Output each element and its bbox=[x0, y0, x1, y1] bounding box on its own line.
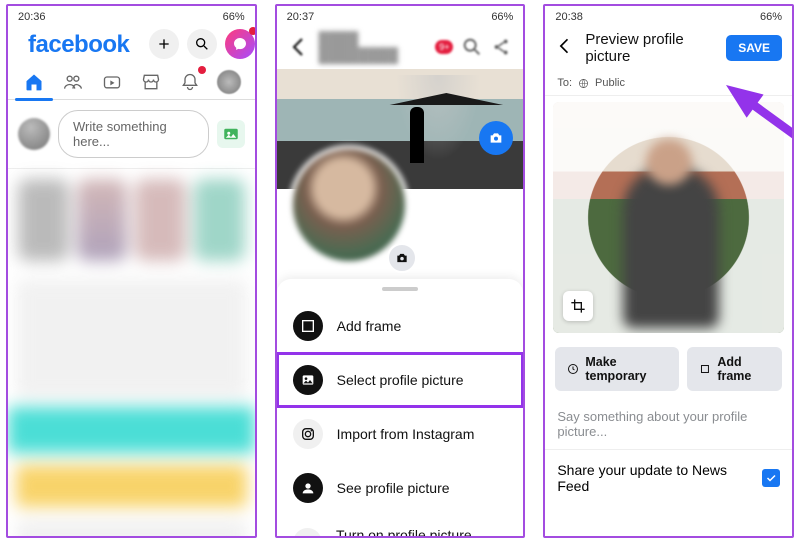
profile-hero bbox=[277, 69, 524, 279]
status-bar: 20:36 66% bbox=[8, 6, 255, 25]
add-frame-button[interactable]: Add frame bbox=[687, 347, 782, 391]
sheet-import-instagram[interactable]: Import from Instagram bbox=[277, 407, 524, 461]
tab-friends[interactable] bbox=[60, 69, 86, 95]
watch-icon bbox=[102, 72, 122, 92]
profile-name-blurred: ████ ████████ bbox=[319, 31, 428, 63]
shield-icon bbox=[299, 535, 315, 538]
caption-input[interactable]: Say something about your profile picture… bbox=[545, 399, 792, 449]
composer: Write something here... bbox=[8, 100, 255, 169]
clock: 20:37 bbox=[287, 11, 315, 23]
facebook-logo: facebook bbox=[18, 29, 139, 59]
sheet-picture-guard[interactable]: Turn on profile picture guard bbox=[277, 515, 524, 538]
tab-watch[interactable] bbox=[99, 69, 125, 95]
search-button[interactable] bbox=[461, 36, 483, 58]
instagram-icon bbox=[300, 426, 316, 442]
button-label: Add frame bbox=[717, 355, 770, 383]
edit-profile-picture-button[interactable] bbox=[387, 243, 417, 273]
screen-profile-options: 20:37 66% ████ ████████ 9+ Add frame Sel… bbox=[275, 4, 526, 538]
globe-icon bbox=[578, 78, 589, 89]
visibility-value: Public bbox=[595, 77, 625, 89]
messenger-icon bbox=[232, 36, 248, 52]
check-icon bbox=[765, 472, 777, 484]
action-sheet: Add frame Select profile picture Import … bbox=[277, 279, 524, 538]
home-icon bbox=[24, 72, 44, 92]
messenger-button[interactable] bbox=[225, 29, 255, 59]
notification-dot bbox=[198, 66, 206, 74]
sheet-label: See profile picture bbox=[337, 480, 450, 496]
preview-area bbox=[545, 96, 792, 339]
to-label: To: bbox=[557, 77, 572, 89]
frame-icon bbox=[300, 318, 316, 334]
profile-avatar-icon bbox=[217, 70, 241, 94]
save-button[interactable]: SAVE bbox=[726, 35, 782, 61]
search-icon bbox=[194, 36, 210, 52]
sheet-see-picture[interactable]: See profile picture bbox=[277, 461, 524, 515]
sheet-label: Turn on profile picture guard bbox=[336, 527, 507, 538]
screen-preview-picture: 20:38 66% Preview profile picture SAVE T… bbox=[543, 4, 794, 538]
back-button[interactable] bbox=[555, 36, 575, 61]
friends-icon bbox=[63, 72, 83, 92]
tab-bar bbox=[8, 63, 255, 100]
battery: 66% bbox=[491, 11, 513, 23]
bell-icon bbox=[180, 72, 200, 92]
sheet-label: Import from Instagram bbox=[337, 426, 475, 442]
user-icon bbox=[300, 480, 316, 496]
sheet-label: Add frame bbox=[337, 318, 402, 334]
search-button[interactable] bbox=[187, 29, 217, 59]
marketplace-icon bbox=[141, 72, 161, 92]
preview-actions: Make temporary Add frame bbox=[545, 339, 792, 399]
sheet-handle[interactable] bbox=[382, 287, 418, 291]
notification-badge bbox=[249, 27, 256, 35]
screen-home: 20:36 66% facebook Write something here.… bbox=[6, 4, 257, 538]
status-bar: 20:38 66% bbox=[545, 6, 792, 25]
crop-button[interactable] bbox=[563, 291, 593, 321]
share-toggle-row[interactable]: Share your update to News Feed bbox=[545, 449, 792, 506]
sheet-select-picture[interactable]: Select profile picture bbox=[277, 353, 524, 407]
sheet-add-frame[interactable]: Add frame bbox=[277, 299, 524, 353]
status-bar: 20:37 66% bbox=[277, 6, 524, 25]
preview-header: Preview profile picture SAVE bbox=[545, 25, 792, 73]
composer-avatar[interactable] bbox=[18, 118, 50, 150]
battery: 66% bbox=[760, 11, 782, 23]
tab-marketplace[interactable] bbox=[138, 69, 164, 95]
highlight-arrow bbox=[726, 76, 786, 94]
camera-icon bbox=[488, 130, 504, 146]
button-label: Make temporary bbox=[585, 355, 667, 383]
share-icon bbox=[491, 36, 513, 58]
feed-blurred bbox=[8, 169, 255, 536]
tab-menu[interactable] bbox=[216, 69, 242, 95]
tab-notifications[interactable] bbox=[177, 69, 203, 95]
make-temporary-button[interactable]: Make temporary bbox=[555, 347, 679, 391]
picture-icon bbox=[300, 372, 316, 388]
search-icon bbox=[461, 36, 483, 58]
back-button[interactable] bbox=[287, 35, 311, 59]
back-arrow-icon bbox=[287, 35, 311, 59]
clock: 20:38 bbox=[555, 11, 583, 23]
frame-icon bbox=[699, 362, 711, 376]
back-arrow-icon bbox=[555, 36, 575, 56]
plus-icon bbox=[156, 36, 172, 52]
add-photo-button[interactable] bbox=[217, 120, 245, 148]
sheet-label: Select profile picture bbox=[337, 372, 464, 388]
battery: 66% bbox=[223, 11, 245, 23]
crop-icon bbox=[570, 298, 586, 314]
camera-icon bbox=[395, 251, 409, 265]
highlight-arrow bbox=[6, 148, 66, 166]
share-button[interactable] bbox=[491, 36, 513, 58]
app-header: facebook bbox=[8, 25, 255, 63]
page-title: Preview profile picture bbox=[585, 31, 716, 65]
clock: 20:36 bbox=[18, 11, 46, 23]
tab-home[interactable] bbox=[21, 69, 47, 95]
share-label: Share your update to News Feed bbox=[557, 462, 762, 494]
composer-input[interactable]: Write something here... bbox=[58, 110, 209, 158]
create-button[interactable] bbox=[149, 29, 179, 59]
clock-icon bbox=[567, 362, 579, 376]
photo-icon bbox=[222, 125, 240, 143]
profile-header: ████ ████████ 9+ bbox=[277, 25, 524, 69]
share-checkbox[interactable] bbox=[762, 469, 780, 487]
profile-badge: 9+ bbox=[435, 40, 453, 54]
